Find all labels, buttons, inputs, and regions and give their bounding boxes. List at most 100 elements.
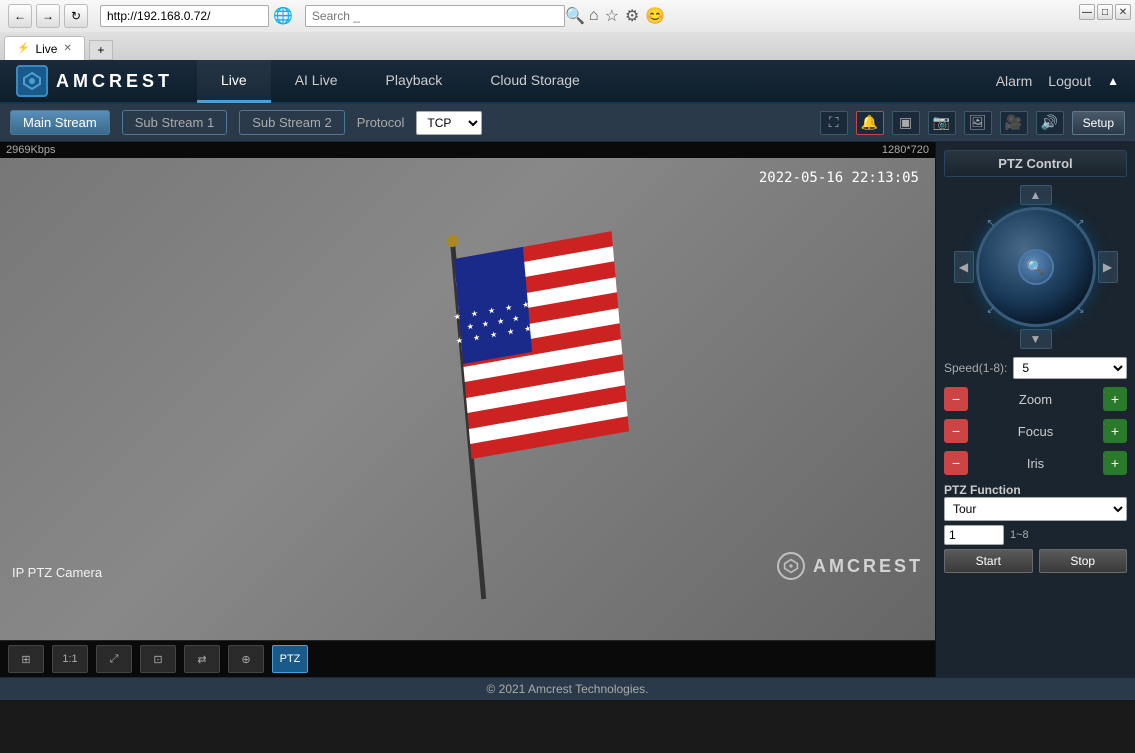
address-input[interactable] <box>100 5 269 27</box>
app-logo: AMCREST <box>16 65 173 97</box>
nav-ai-live[interactable]: AI Live <box>271 59 362 103</box>
ptz-downleft-button[interactable]: ↙ <box>987 305 995 316</box>
video-watermark: AMCREST <box>777 552 923 580</box>
ptz-right-button[interactable]: ▶ <box>1098 251 1118 283</box>
focus-minus-button[interactable]: − <box>944 419 968 443</box>
search-bar: 🔍 <box>305 5 585 27</box>
active-tab[interactable]: ⚡ Live ✕ <box>4 36 85 60</box>
browser-window: ← → ↻ 🌐 🔍 ⌂ ☆ ⚙ 😊 — □ ✕ <box>0 0 1135 60</box>
maximize-button[interactable]: □ <box>1097 4 1113 20</box>
original-size-button[interactable]: 1:1 <box>52 645 88 673</box>
user-icon[interactable]: 😊 <box>645 6 665 26</box>
reload-button[interactable]: ↻ <box>64 4 88 28</box>
protocol-select[interactable]: TCP UDP HTTP <box>416 111 482 135</box>
iris-plus-button[interactable]: + <box>1103 451 1127 475</box>
nav-right: Alarm Logout ▲ <box>996 73 1119 89</box>
video-stats: 2969Kbps 1280*720 <box>0 142 935 158</box>
ptz-panel: PTZ Control ▲ ◀ ↖ ↗ ↙ ↘ 🔍 ▶ <box>935 142 1135 677</box>
focus-plus-button[interactable]: + <box>1103 419 1127 443</box>
close-button[interactable]: ✕ <box>1115 4 1131 20</box>
zoom-plus-button[interactable]: ⊕ <box>228 645 264 673</box>
speed-select[interactable]: 5 1234 678 <box>1013 357 1127 379</box>
ptz-function-title: PTZ Function <box>944 483 1127 497</box>
video-viewport[interactable]: ★ ★ ★ ★ ★ ★ ★ ★ ★ ★ ★ ★ ★ ★ 2022-05-16 2… <box>0 158 935 640</box>
main-stream-button[interactable]: Main Stream <box>10 110 110 135</box>
window-buttons: — □ ✕ <box>1079 4 1135 20</box>
video-section: 2969Kbps 1280*720 <box>0 142 935 677</box>
footer-text: © 2021 Amcrest Technologies. <box>486 682 648 696</box>
ptz-middle-row: ◀ ↖ ↗ ↙ ↘ 🔍 ▶ <box>954 207 1118 327</box>
nav-logout[interactable]: Logout <box>1048 73 1091 89</box>
ptz-range-label: 1~8 <box>1010 529 1029 541</box>
watermark-text: AMCREST <box>813 556 923 577</box>
window-controls: ← → ↻ 🌐 🔍 ⌂ ☆ ⚙ 😊 <box>8 4 665 28</box>
ptz-stop-button[interactable]: Stop <box>1039 549 1128 573</box>
logo-icon <box>16 65 48 97</box>
new-tab-button[interactable]: + <box>89 40 113 60</box>
bitrate-display: 2969Kbps <box>6 144 56 156</box>
record-button[interactable]: 🎥 <box>1000 111 1028 135</box>
video-toolbar: ⊞ 1:1 ⤢ ⊡ ⇄ ⊕ PTZ <box>0 640 935 677</box>
zoom-plus-button[interactable]: + <box>1103 387 1127 411</box>
ptz-down-button[interactable]: ▼ <box>1020 329 1052 349</box>
nav-playback[interactable]: Playback <box>362 59 467 103</box>
flip-button[interactable]: ⇄ <box>184 645 220 673</box>
nav-scroll-up[interactable]: ▲ <box>1107 74 1119 88</box>
ptz-center-button[interactable]: 🔍 <box>1018 249 1054 285</box>
iris-label: Iris <box>972 456 1099 471</box>
home-icon[interactable]: ⌂ <box>589 7 599 25</box>
focus-label: Focus <box>972 424 1099 439</box>
back-button[interactable]: ← <box>8 4 32 28</box>
top-nav: AMCREST Live AI Live Playback Cloud Stor… <box>0 60 1135 104</box>
image-button[interactable]: 🖼 <box>964 111 992 135</box>
stretch-button[interactable]: ⊡ <box>140 645 176 673</box>
alarm-button[interactable]: 🔔 <box>856 111 884 135</box>
zoom-label: Zoom <box>972 392 1099 407</box>
fullscreen-button[interactable]: ⛶ <box>820 111 848 135</box>
tab-close-button[interactable]: ✕ <box>63 43 71 54</box>
ptz-up-button[interactable]: ▲ <box>1020 185 1052 205</box>
forward-button[interactable]: → <box>36 4 60 28</box>
main-content: 2969Kbps 1280*720 <box>0 142 1135 677</box>
bookmark-icon[interactable]: ☆ <box>605 6 619 26</box>
ptz-upright-button[interactable]: ↗ <box>1076 218 1084 229</box>
logo-text: AMCREST <box>56 71 173 92</box>
browser-toolbar: ⌂ ☆ ⚙ 😊 <box>589 6 665 26</box>
minimize-button[interactable]: — <box>1079 4 1095 20</box>
ptz-downright-button[interactable]: ↘ <box>1076 305 1084 316</box>
nav-cloud-storage[interactable]: Cloud Storage <box>466 59 604 103</box>
speed-row: Speed(1-8): 5 1234 678 <box>944 357 1127 379</box>
ptz-number-input[interactable] <box>944 525 1004 545</box>
protocol-label: Protocol <box>357 115 405 130</box>
nav-live[interactable]: Live <box>197 59 271 103</box>
ptz-function-select[interactable]: Tour Scan Preset Pattern Auto Pan <box>944 497 1127 521</box>
tab-title: Live <box>35 42 57 56</box>
setup-button[interactable]: Setup <box>1072 111 1125 135</box>
ptz-function-section: PTZ Function Tour Scan Preset Pattern Au… <box>944 483 1127 573</box>
screen-button[interactable]: ▣ <box>892 111 920 135</box>
search-input[interactable] <box>305 5 565 27</box>
ptz-start-button[interactable]: Start <box>944 549 1033 573</box>
nav-alarm[interactable]: Alarm <box>996 73 1033 89</box>
ptz-wheel[interactable]: ↖ ↗ ↙ ↘ 🔍 <box>976 207 1096 327</box>
ptz-title: PTZ Control <box>944 150 1127 177</box>
ptz-toggle-button[interactable]: PTZ <box>272 645 308 673</box>
sub-stream1-button[interactable]: Sub Stream 1 <box>122 110 228 135</box>
focus-control: − Focus + <box>944 419 1127 443</box>
aspect-ratio-button[interactable]: ⊞ <box>8 645 44 673</box>
snapshot-button[interactable]: 📷 <box>928 111 956 135</box>
sub-stream2-button[interactable]: Sub Stream 2 <box>239 110 345 135</box>
zoom-minus-button[interactable]: − <box>944 387 968 411</box>
stream-controls: Main Stream Sub Stream 1 Sub Stream 2 Pr… <box>0 104 1135 142</box>
settings-icon[interactable]: ⚙ <box>625 6 639 26</box>
ptz-left-button[interactable]: ◀ <box>954 251 974 283</box>
iris-minus-button[interactable]: − <box>944 451 968 475</box>
audio-button[interactable]: 🔊 <box>1036 111 1064 135</box>
ptz-wheel-container: ▲ ◀ ↖ ↗ ↙ ↘ 🔍 ▶ ▼ <box>944 185 1127 349</box>
speed-label: Speed(1-8): <box>944 361 1007 375</box>
fullscreen-vid-button[interactable]: ⤢ <box>96 645 132 673</box>
zoom-control: − Zoom + <box>944 387 1127 411</box>
ptz-center-icon: 🔍 <box>1027 259 1044 276</box>
video-timestamp: 2022-05-16 22:13:05 <box>759 170 919 186</box>
ptz-upleft-button[interactable]: ↖ <box>987 218 995 229</box>
